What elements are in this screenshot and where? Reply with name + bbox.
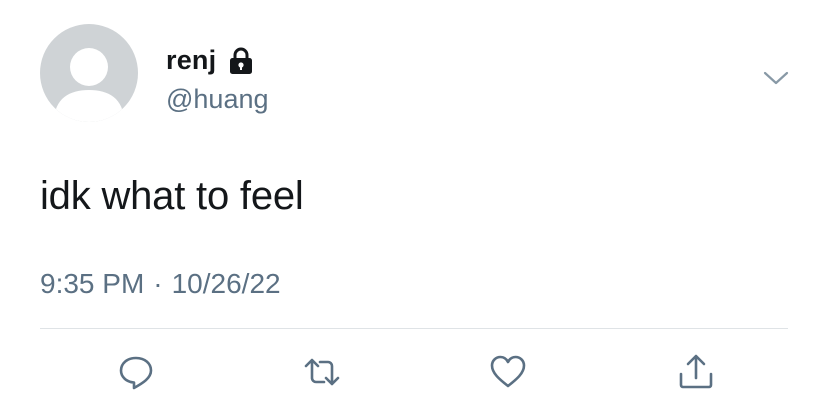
reply-button[interactable] (116, 352, 156, 392)
tweet-timestamp[interactable]: 9:35 PM · 10/26/22 (40, 266, 281, 302)
chevron-down-icon[interactable] (763, 68, 789, 88)
user-handle[interactable]: @huang (166, 82, 269, 116)
like-button[interactable] (488, 352, 528, 392)
tweet-date: 10/26/22 (171, 268, 281, 299)
lock-icon (226, 46, 256, 76)
tweet-text: idk what to feel (40, 174, 304, 218)
heart-icon (490, 355, 526, 388)
author-name-row: renj (166, 44, 256, 76)
reply-icon (119, 356, 153, 390)
default-avatar-icon (54, 48, 124, 122)
share-icon (679, 354, 713, 389)
meta-separator: · (153, 268, 163, 299)
share-button[interactable] (676, 352, 716, 392)
tweet-card: renj @huang idk what to feel 9:35 PM · 1… (0, 0, 828, 417)
tweet-time: 9:35 PM (40, 268, 145, 299)
retweet-icon (304, 358, 340, 386)
avatar[interactable] (40, 24, 138, 122)
display-name[interactable]: renj (166, 44, 216, 76)
divider (40, 328, 788, 329)
retweet-button[interactable] (302, 352, 342, 392)
